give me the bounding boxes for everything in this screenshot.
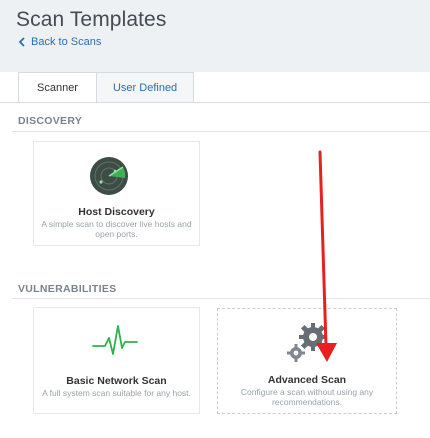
- template-card-basic-network-scan[interactable]: Basic Network Scan A full system scan su…: [33, 307, 200, 414]
- template-card-advanced-scan[interactable]: Advanced Scan Configure a scan without u…: [217, 308, 397, 414]
- tabs-divider: [0, 102, 430, 103]
- card-title: Host Discovery: [78, 206, 155, 218]
- page-title: Scan Templates: [16, 8, 167, 31]
- template-card-host-discovery[interactable]: Host Discovery A simple scan to discover…: [33, 141, 200, 246]
- section-divider-discovery: [12, 131, 430, 132]
- card-description: Configure a scan without using any recom…: [240, 387, 374, 407]
- templates-panel: Scanner User Defined DISCOVERY Host Disc…: [0, 72, 430, 438]
- template-tabs: Scanner User Defined: [18, 72, 195, 103]
- scan-templates-page: Scan Templates Back to Scans Scanner Use…: [0, 0, 430, 438]
- back-to-scans-link[interactable]: Back to Scans: [18, 34, 101, 50]
- back-link-label: Back to Scans: [31, 36, 102, 48]
- card-description: A simple scan to discover live hosts and…: [41, 219, 192, 239]
- section-label-vulnerabilities: VULNERABILITIES: [18, 283, 117, 295]
- section-divider-vulnerabilities: [12, 298, 430, 299]
- tab-scanner[interactable]: Scanner: [18, 72, 97, 103]
- section-label-discovery: DISCOVERY: [18, 115, 83, 127]
- card-title: Basic Network Scan: [66, 375, 167, 387]
- heartbeat-icon: [92, 325, 138, 355]
- radar-icon: [90, 157, 128, 195]
- gears-icon: [287, 323, 327, 362]
- chevron-left-icon: [18, 37, 25, 47]
- page-header: Scan Templates Back to Scans: [0, 0, 430, 72]
- card-description: A full system scan suitable for any host…: [42, 388, 191, 398]
- tab-user-defined[interactable]: User Defined: [96, 72, 195, 103]
- card-title: Advanced Scan: [267, 374, 347, 386]
